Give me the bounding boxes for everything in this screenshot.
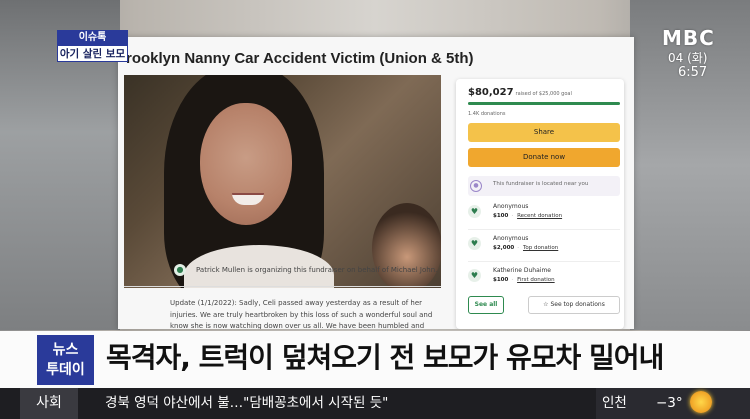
mbc-logo: MBC: [662, 26, 715, 50]
donation-count: 1.4K donations: [468, 111, 506, 117]
donor-amount: $2,000 · Top donation: [493, 245, 558, 251]
organizer-icon: ●: [174, 264, 186, 276]
donor-avatar-icon: ♥: [468, 237, 481, 250]
donor-tag[interactable]: Recent donation: [517, 213, 562, 219]
donor-separator: [468, 261, 620, 262]
amount-value: $80,027: [468, 87, 514, 98]
donor-amount-value: $100: [493, 213, 509, 219]
headline-text: 목격자, 트럭이 덮쳐오기 전 보모가 유모차 밀어내: [106, 341, 664, 374]
amount-raised: $80,027 raised of $25,000 goal: [468, 87, 572, 98]
see-all-button[interactable]: See all: [468, 296, 504, 314]
separator-dot: ·: [511, 277, 514, 283]
weather-temperature: −3°: [656, 395, 683, 411]
news-today-badge: 뉴스 투데이: [37, 335, 94, 385]
issue-tag: 이슈톡: [57, 30, 128, 45]
photo-face: [200, 103, 292, 225]
donor-name: Anonymous: [493, 235, 529, 242]
progress-fill: [468, 102, 620, 105]
location-icon: ●: [470, 180, 482, 192]
donor-item: ♥ Katherine Duhaime $100 · First donation: [468, 267, 620, 293]
separator-dot: ·: [511, 213, 514, 219]
donor-amount: $100 · Recent donation: [493, 213, 562, 219]
donor-avatar-icon: ♥: [468, 269, 481, 282]
donor-avatar-icon: ♥: [468, 205, 481, 218]
see-top-label: See top donations: [550, 301, 605, 308]
separator-dot: ·: [517, 245, 519, 251]
progress-bar: [468, 102, 620, 105]
donor-name: Katherine Duhaime: [493, 267, 551, 274]
donor-item: ♥ Anonymous $2,000 · Top donation: [468, 235, 620, 261]
sun-icon: [690, 391, 712, 413]
update-text: Update (1/1/2022): Sadly, Celi passed aw…: [170, 299, 433, 329]
goal-text: raised of $25,000 goal: [515, 91, 572, 97]
donate-button[interactable]: Donate now: [468, 148, 620, 167]
donor-name: Anonymous: [493, 203, 529, 210]
donor-item: ♥ Anonymous $100 · Recent donation: [468, 203, 620, 229]
date-display: 04 (화): [668, 51, 708, 65]
photo-child: [372, 203, 441, 288]
organizer-text: Patrick Mullen is organizing this fundra…: [196, 266, 438, 274]
story-tag: 아기 살린 보모: [57, 45, 128, 62]
donation-card: $80,027 raised of $25,000 goal 1.4K donat…: [456, 79, 624, 329]
badge-line-1: 뉴스: [52, 342, 79, 358]
donor-tag[interactable]: Top donation: [523, 245, 558, 251]
time-display: 6:57: [678, 65, 708, 80]
fundraiser-photo: [124, 75, 441, 288]
divider: [124, 286, 441, 287]
donor-amount-value: $100: [493, 277, 509, 283]
fundraiser-title: rooklyn Nanny Car Accident Victim (Union…: [126, 50, 474, 67]
star-icon: ☆: [543, 301, 549, 308]
badge-line-2: 투데이: [46, 362, 85, 378]
donor-separator: [468, 229, 620, 230]
donor-tag[interactable]: First donation: [517, 277, 555, 283]
donor-amount: $100 · First donation: [493, 277, 555, 283]
weather-city: 인천: [602, 395, 627, 411]
ticker-text: 경북 영덕 야산에서 불…"담배꽁초에서 시작된 듯": [105, 395, 389, 411]
share-button[interactable]: Share: [468, 123, 620, 142]
fundraiser-page: rooklyn Nanny Car Accident Victim (Union…: [118, 37, 634, 329]
ticker-category: 사회: [20, 388, 78, 419]
donor-amount-value: $2,000: [493, 245, 515, 251]
location-text: This fundraiser is located near you: [493, 181, 589, 187]
see-top-donations-button[interactable]: ☆ See top donations: [528, 296, 620, 314]
